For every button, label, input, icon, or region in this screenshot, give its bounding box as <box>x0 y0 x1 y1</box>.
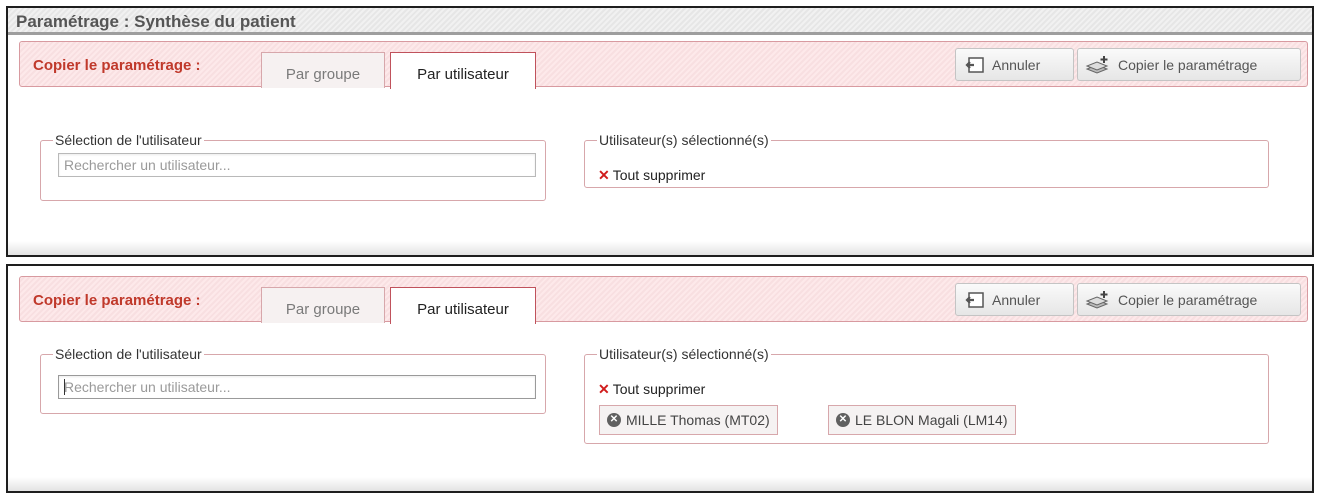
clear-all-button[interactable]: ✕ Tout supprimer <box>598 167 705 184</box>
x-mark-icon: ✕ <box>598 167 610 183</box>
copy-toolbar: Copier le paramétrage : Par groupe Par u… <box>19 276 1308 324</box>
tab-by-user[interactable]: Par utilisateur <box>390 287 536 324</box>
chip-label: MILLE Thomas (MT02) <box>626 412 770 428</box>
cancel-button-label: Annuler <box>992 56 1041 73</box>
copy-settings-button[interactable]: Copier le paramétrage <box>1077 283 1301 316</box>
cancel-button-label: Annuler <box>992 291 1041 308</box>
selected-users-legend: Utilisateur(s) sélectionné(s) <box>599 132 769 148</box>
selected-users-group: Utilisateur(s) sélectionné(s) ✕ Tout supp… <box>584 346 1269 444</box>
undo-icon <box>965 291 984 308</box>
settings-panel-before: Paramétrage : Synthèse du patient Copier… <box>6 6 1314 257</box>
copy-settings-button-label: Copier le paramétrage <box>1118 291 1258 308</box>
circle-x-icon[interactable]: ✕ <box>836 413 850 427</box>
text-cursor <box>64 379 65 395</box>
settings-panel-after: Copier le paramétrage : Par groupe Par u… <box>6 264 1314 493</box>
selected-user-chip: ✕ MILLE Thomas (MT02) <box>599 405 778 435</box>
user-search-input[interactable] <box>58 153 536 177</box>
undo-icon <box>965 56 984 73</box>
copy-settings-label: Copier le paramétrage : <box>33 57 201 74</box>
page-title: Paramétrage : Synthèse du patient <box>8 8 1312 35</box>
copy-layers-icon <box>1085 55 1109 74</box>
clear-all-label: Tout supprimer <box>612 381 706 397</box>
circle-x-icon[interactable]: ✕ <box>607 413 621 427</box>
clear-all-button[interactable]: ✕ Tout supprimer <box>598 381 705 398</box>
selected-users-legend: Utilisateur(s) sélectionné(s) <box>599 346 769 362</box>
tab-by-user[interactable]: Par utilisateur <box>390 52 536 89</box>
tab-by-group[interactable]: Par groupe <box>261 287 385 323</box>
copy-settings-button-label: Copier le paramétrage <box>1118 56 1258 73</box>
chip-label: LE BLON Magali (LM14) <box>855 412 1008 428</box>
clear-all-label: Tout supprimer <box>612 167 706 183</box>
user-selection-group: Sélection de l'utilisateur <box>40 132 546 201</box>
cancel-button[interactable]: Annuler <box>955 48 1074 81</box>
selected-user-chip: ✕ LE BLON Magali (LM14) <box>828 405 1016 435</box>
user-selection-group: Sélection de l'utilisateur <box>40 346 546 414</box>
section-divider <box>8 241 1312 255</box>
copy-layers-icon <box>1085 290 1109 309</box>
cancel-button[interactable]: Annuler <box>955 283 1074 316</box>
user-selection-legend: Sélection de l'utilisateur <box>55 132 202 148</box>
copy-settings-button[interactable]: Copier le paramétrage <box>1077 48 1301 81</box>
copy-settings-label: Copier le paramétrage : <box>33 292 201 309</box>
selected-users-group: Utilisateur(s) sélectionné(s) ✕ Tout supp… <box>584 132 1269 188</box>
tab-by-group[interactable]: Par groupe <box>261 52 385 88</box>
user-selection-legend: Sélection de l'utilisateur <box>55 346 202 362</box>
section-divider <box>8 477 1312 491</box>
x-mark-icon: ✕ <box>598 381 610 397</box>
user-search-input[interactable] <box>58 375 536 399</box>
copy-toolbar: Copier le paramétrage : Par groupe Par u… <box>19 41 1308 89</box>
